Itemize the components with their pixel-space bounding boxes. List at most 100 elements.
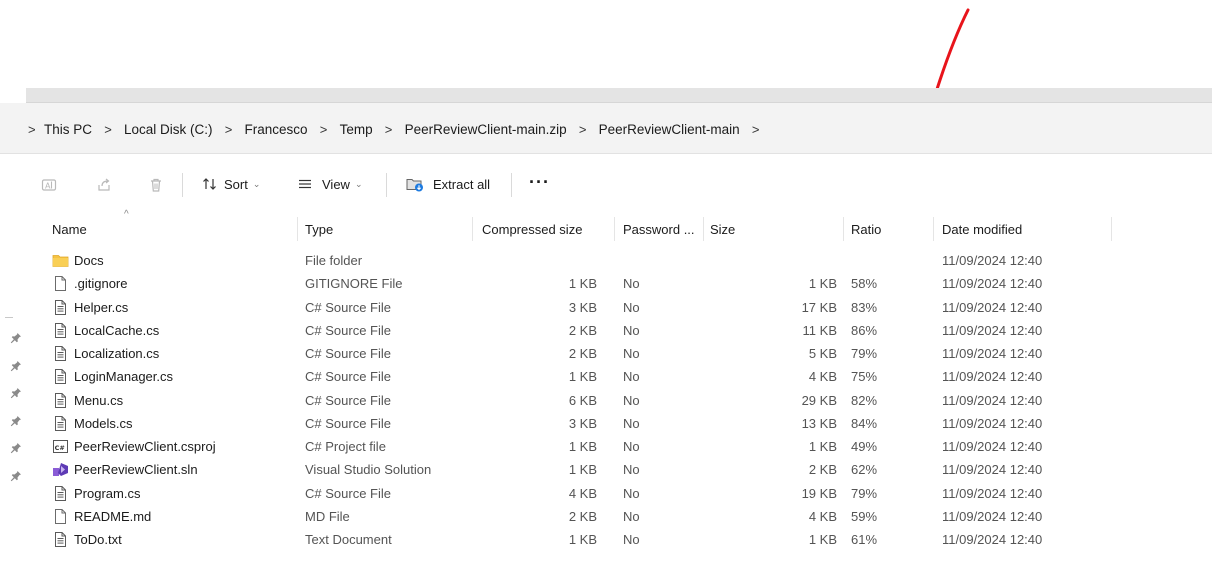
breadcrumb-temp[interactable]: Temp <box>338 122 375 137</box>
file-type: C# Source File <box>305 299 391 315</box>
file-name[interactable]: LoginManager.cs <box>74 369 173 384</box>
sort-label: Sort <box>224 176 248 192</box>
delete-icon[interactable] <box>147 176 165 194</box>
file-password-protected: No <box>623 439 640 454</box>
file-date-modified: 11/09/2024 12:40 <box>942 253 1043 268</box>
file-ratio: 79% <box>851 346 878 361</box>
chevron-right-icon[interactable]: > <box>375 122 403 137</box>
column-header-ratio[interactable]: Ratio <box>851 222 881 237</box>
file-size: 4 KB <box>808 508 837 524</box>
column-divider[interactable] <box>1111 217 1112 241</box>
sort-button[interactable]: Sort ⌄ <box>202 176 260 192</box>
file-row[interactable]: ToDo.txt Text Document 1 KB No 1 KB 61% 11/09/… <box>0 528 1212 551</box>
chevron-down-icon: ⌄ <box>354 178 363 189</box>
file-row[interactable]: Helper.cs C# Source File 3 KB No 17 KB 83% 11/… <box>0 296 1212 319</box>
file-name[interactable]: PeerReviewClient.csproj <box>74 439 216 454</box>
column-header-date-modified[interactable]: Date modified <box>942 222 1022 237</box>
column-header-compressed-size[interactable]: Compressed size <box>482 222 582 237</box>
file-size: 1 KB <box>808 276 837 292</box>
file-size: 1 KB <box>808 439 837 454</box>
file-row[interactable]: Program.cs C# Source File 4 KB No 19 KB 79% 11… <box>0 482 1212 505</box>
breadcrumb-local-disk[interactable]: Local Disk (C:) <box>122 122 215 137</box>
file-password-protected: No <box>623 532 640 547</box>
view-button[interactable]: View ⌄ <box>297 176 363 192</box>
toolbar-divider <box>511 173 512 197</box>
column-divider[interactable] <box>614 217 615 241</box>
file-name[interactable]: LocalCache.cs <box>74 323 159 338</box>
file-row[interactable]: Docs File folder 11/09/2024 12:40 <box>0 249 1212 272</box>
file-row[interactable]: LoginManager.cs C# Source File 1 KB No 4 KB 7… <box>0 365 1212 388</box>
file-row[interactable]: README.md MD File 2 KB No 4 KB 59% 11/09/2024 … <box>0 505 1212 528</box>
file-ratio: 82% <box>851 392 878 408</box>
more-options-button[interactable]: ··· <box>529 172 550 193</box>
file-name[interactable]: ToDo.txt <box>74 532 122 547</box>
breadcrumb-francesco[interactable]: Francesco <box>243 122 310 137</box>
address-bar[interactable]: > This PC > Local Disk (C:) > Francesco … <box>0 103 1212 154</box>
text-file-icon <box>52 345 69 362</box>
file-row[interactable]: Localization.cs C# Source File 2 KB No 5 KB 7… <box>0 342 1212 365</box>
file-ratio: 61% <box>851 532 878 547</box>
file-name[interactable]: Helper.cs <box>74 300 128 315</box>
rename-icon[interactable]: A <box>40 176 58 194</box>
text-file-icon <box>52 368 69 385</box>
share-icon[interactable] <box>95 176 113 194</box>
file-type: MD File <box>305 508 350 524</box>
column-divider[interactable] <box>703 217 704 241</box>
file-password-protected: No <box>623 462 640 478</box>
column-header-size[interactable]: Size <box>710 222 735 237</box>
file-type: C# Source File <box>305 346 391 361</box>
file-row[interactable]: LocalCache.cs C# Source File 2 KB No 11 KB 86… <box>0 319 1212 342</box>
column-header-name[interactable]: Name <box>52 222 87 237</box>
toolbar-divider <box>182 173 183 197</box>
column-divider[interactable] <box>843 217 844 241</box>
file-date-modified: 11/09/2024 12:40 <box>942 415 1043 431</box>
chevron-right-icon[interactable]: > <box>215 122 243 137</box>
file-size: 11 KB <box>802 322 837 338</box>
file-name[interactable]: Localization.cs <box>74 346 159 361</box>
breadcrumb-current-folder[interactable]: PeerReviewClient-main <box>597 122 742 137</box>
file-name[interactable]: Models.cs <box>74 416 133 431</box>
file-ratio: 62% <box>851 462 878 478</box>
file-ratio: 86% <box>851 322 878 338</box>
file-compressed-size: 2 KB <box>568 322 597 338</box>
chevron-right-icon[interactable]: > <box>742 122 770 137</box>
file-type: Visual Studio Solution <box>305 462 432 478</box>
toolbar-divider <box>386 173 387 197</box>
chevron-right-icon[interactable]: > <box>310 122 338 137</box>
extract-all-button[interactable]: Extract all <box>406 176 490 192</box>
column-header-password[interactable]: Password ... <box>623 222 695 237</box>
breadcrumb-zip[interactable]: PeerReviewClient-main.zip <box>403 122 569 137</box>
chevron-right-icon[interactable]: > <box>569 122 597 137</box>
file-row[interactable]: .gitignore GITIGNORE File 1 KB No 1 KB 58% 11/… <box>0 272 1212 295</box>
file-password-protected: No <box>623 392 640 408</box>
file-name[interactable]: README.md <box>74 509 151 524</box>
column-divider[interactable] <box>297 217 298 241</box>
file-compressed-size: 3 KB <box>568 299 597 315</box>
column-header-type[interactable]: Type <box>305 222 333 237</box>
breadcrumb: > This PC > Local Disk (C:) > Francesco … <box>28 122 770 137</box>
file-name[interactable]: Program.cs <box>74 486 140 501</box>
chevron-right-icon[interactable]: > <box>94 122 122 137</box>
file-name[interactable]: Docs <box>74 253 104 268</box>
chevron-right-icon[interactable]: > <box>28 122 42 137</box>
extract-all-label: Extract all <box>433 176 491 192</box>
file-password-protected: No <box>623 508 640 524</box>
sort-icon <box>203 178 216 190</box>
breadcrumb-this-pc[interactable]: This PC <box>42 122 94 137</box>
text-file-icon <box>52 485 69 502</box>
file-ratio: 75% <box>851 369 878 385</box>
file-password-protected: No <box>623 322 640 338</box>
file-row[interactable]: C# PeerReviewClient.csproj C# Project file… <box>0 435 1212 458</box>
folder-icon <box>52 252 69 269</box>
text-file-icon <box>52 531 69 548</box>
file-row[interactable]: Menu.cs C# Source File 6 KB No 29 KB 82% 11/09… <box>0 389 1212 412</box>
column-divider[interactable] <box>472 217 473 241</box>
file-row[interactable]: PeerReviewClient.sln Visual Studio Soluti… <box>0 458 1212 481</box>
file-type: C# Project file <box>305 439 386 454</box>
column-divider[interactable] <box>933 217 934 241</box>
file-row[interactable]: Models.cs C# Source File 3 KB No 13 KB 84% 11/… <box>0 412 1212 435</box>
file-name[interactable]: .gitignore <box>74 276 127 291</box>
file-name[interactable]: PeerReviewClient.sln <box>74 462 198 477</box>
file-compressed-size: 6 KB <box>568 392 597 408</box>
file-name[interactable]: Menu.cs <box>74 393 123 408</box>
